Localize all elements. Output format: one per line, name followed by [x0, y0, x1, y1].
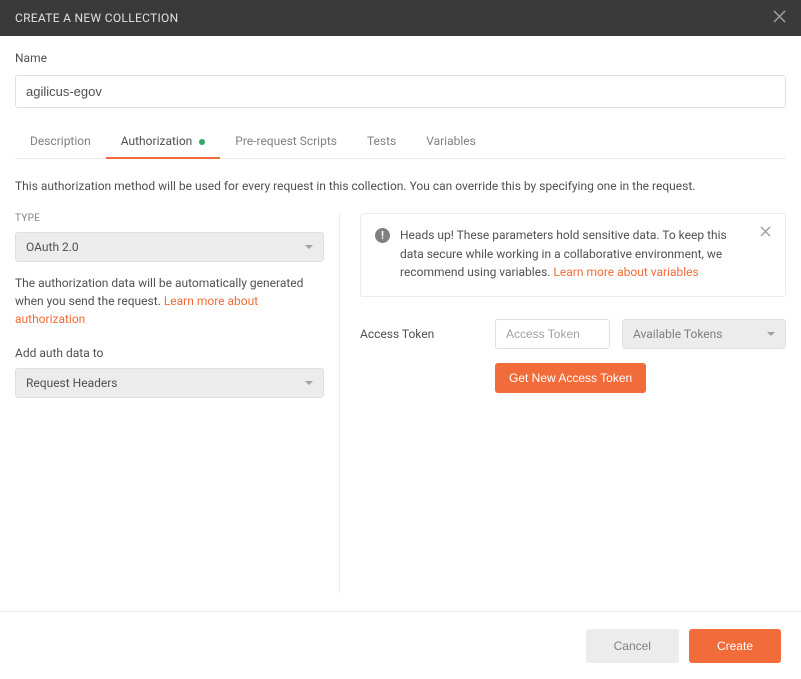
auth-helper-text: The authorization data will be automatic…: [15, 274, 324, 328]
tab-authorization[interactable]: Authorization: [106, 126, 221, 158]
add-auth-select[interactable]: Request Headers: [15, 368, 324, 398]
access-token-label: Access Token: [360, 327, 480, 341]
alert-icon: !: [375, 228, 390, 243]
available-tokens-value: Available Tokens: [633, 327, 722, 341]
close-icon[interactable]: [773, 9, 786, 27]
name-label: Name: [15, 51, 786, 65]
add-auth-label: Add auth data to: [15, 346, 324, 360]
alert-text: Heads up! These parameters hold sensitiv…: [400, 226, 750, 282]
auth-description: This authorization method will be used f…: [15, 177, 786, 195]
available-tokens-select[interactable]: Available Tokens: [622, 319, 786, 349]
create-button[interactable]: Create: [689, 629, 781, 663]
tab-prerequest[interactable]: Pre-request Scripts: [220, 126, 352, 158]
caret-down-icon: [767, 332, 775, 336]
cancel-button[interactable]: Cancel: [586, 629, 679, 663]
add-auth-select-value: Request Headers: [26, 376, 118, 390]
learn-variables-link[interactable]: Learn more about variables: [553, 265, 698, 279]
type-select[interactable]: OAuth 2.0: [15, 232, 324, 262]
get-new-access-token-button[interactable]: Get New Access Token: [495, 363, 646, 393]
modal-header: CREATE A NEW COLLECTION: [0, 0, 801, 36]
tab-description[interactable]: Description: [15, 126, 106, 158]
tab-authorization-label: Authorization: [121, 134, 193, 148]
auth-active-indicator-icon: [199, 139, 205, 145]
tab-tests[interactable]: Tests: [352, 126, 411, 158]
caret-down-icon: [305, 245, 313, 249]
modal-footer: Cancel Create: [0, 611, 801, 679]
tab-variables[interactable]: Variables: [411, 126, 491, 158]
type-select-value: OAuth 2.0: [26, 240, 79, 254]
caret-down-icon: [305, 381, 313, 385]
name-input[interactable]: [15, 75, 786, 108]
type-label: TYPE: [15, 213, 324, 224]
modal-title: CREATE A NEW COLLECTION: [15, 11, 178, 25]
alert-close-icon[interactable]: [760, 226, 771, 241]
tab-bar: Description Authorization Pre-request Sc…: [15, 126, 786, 159]
access-token-input[interactable]: [495, 319, 610, 349]
sensitive-data-alert: ! Heads up! These parameters hold sensit…: [360, 213, 786, 297]
